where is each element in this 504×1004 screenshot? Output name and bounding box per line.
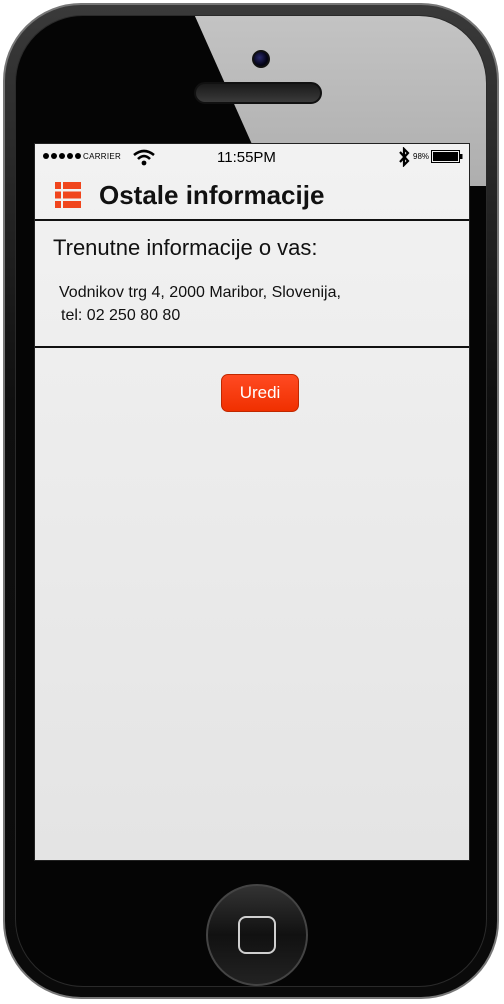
- info-heading: Trenutne informacije o vas:: [53, 235, 318, 260]
- list-menu-icon[interactable]: [55, 182, 81, 208]
- status-time: 11:55PM: [217, 149, 276, 166]
- app-screen: CARRIER 11:55PM 98% Ostale informacije T…: [34, 143, 470, 861]
- signal-dots-icon: [43, 153, 81, 159]
- title-bar: Ostale informacije: [35, 172, 469, 221]
- home-button[interactable]: [206, 884, 308, 986]
- wifi-icon: [133, 149, 155, 166]
- info-phone: tel: 02 250 80 80: [61, 307, 181, 324]
- battery-percent: 98%: [413, 152, 430, 161]
- edit-button[interactable]: Uredi: [221, 374, 299, 412]
- bluetooth-icon: [399, 147, 410, 167]
- home-square-icon: [238, 916, 276, 954]
- info-address: Vodnikov trg 4, 2000 Maribor, Slovenija,: [59, 284, 341, 301]
- page-title: Ostale informacije: [99, 180, 325, 210]
- status-bar: CARRIER 11:55PM 98%: [35, 144, 469, 172]
- earpiece-speaker: [194, 82, 322, 104]
- info-section: Trenutne informacije o vas: Vodnikov trg…: [35, 221, 469, 348]
- front-camera: [252, 50, 270, 68]
- battery-icon: [431, 150, 463, 163]
- phone-device: CARRIER 11:55PM 98% Ostale informacije T…: [0, 0, 504, 1004]
- carrier-label: CARRIER: [83, 152, 122, 161]
